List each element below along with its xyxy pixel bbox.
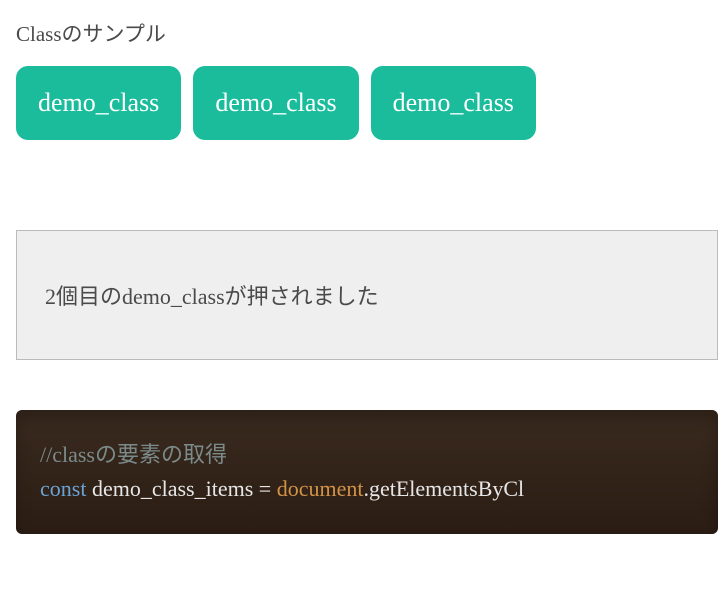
code-line-2: const demo_class_items = document.getEle… (40, 472, 694, 506)
code-comment: //classの要素の取得 (40, 442, 227, 467)
demo-button-row: demo_class demo_class demo_class (16, 66, 702, 140)
demo-class-button-1[interactable]: demo_class (16, 66, 181, 140)
section-title: Classのサンプル (16, 18, 702, 48)
code-method-call: .getElementsByCl (363, 476, 524, 501)
demo-class-button-3[interactable]: demo_class (371, 66, 536, 140)
code-variable: demo_class_items (92, 476, 259, 501)
code-equals: = (259, 476, 277, 501)
code-keyword: const (40, 476, 92, 501)
code-block: //classの要素の取得 const demo_class_items = d… (16, 410, 718, 534)
output-message: 2個目のdemo_classが押されました (45, 279, 689, 311)
output-box: 2個目のdemo_classが押されました (16, 230, 718, 360)
code-line-1: //classの要素の取得 (40, 438, 694, 472)
demo-class-button-2[interactable]: demo_class (193, 66, 358, 140)
code-builtin-document: document (277, 476, 364, 501)
